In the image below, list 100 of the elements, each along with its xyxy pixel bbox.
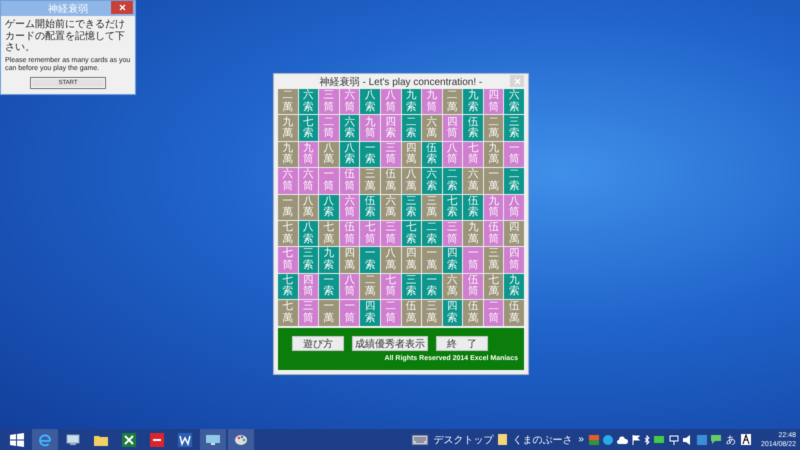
mahjong-card[interactable]: 七萬 (278, 300, 298, 326)
mahjong-card[interactable]: 二索 (402, 115, 422, 141)
mahjong-card[interactable]: 一索 (422, 274, 442, 300)
mahjong-card[interactable]: 七筒 (360, 220, 380, 246)
mahjong-card[interactable]: 九索 (402, 89, 422, 114)
mahjong-card[interactable]: 四萬 (340, 247, 360, 273)
mahjong-card[interactable]: 六索 (504, 89, 524, 114)
mahjong-card[interactable]: 六萬 (380, 194, 400, 220)
mahjong-card[interactable]: 三萬 (422, 300, 442, 326)
mahjong-card[interactable]: 九筒 (422, 89, 442, 114)
close-button[interactable] (111, 1, 133, 14)
more-chevron[interactable]: » (578, 434, 584, 445)
mahjong-card[interactable]: 七索 (402, 220, 422, 246)
mahjong-card[interactable]: 四索 (442, 247, 462, 273)
mahjong-card[interactable]: 二筒 (319, 115, 339, 141)
mahjong-card[interactable]: 九筒 (298, 142, 318, 168)
mahjong-card[interactable]: 一萬 (278, 194, 298, 220)
bluetooth-icon[interactable] (644, 434, 650, 444)
mahjong-card[interactable]: 伍萬 (380, 168, 400, 194)
mahjong-card[interactable]: 八索 (340, 142, 360, 168)
mahjong-card[interactable]: 伍萬 (504, 300, 524, 326)
mahjong-card[interactable]: 八萬 (380, 247, 400, 273)
mahjong-card[interactable]: 伍萬 (463, 300, 483, 326)
panel-button[interactable]: 成績優秀者表示 (352, 336, 428, 351)
mahjong-card[interactable]: 二萬 (360, 274, 380, 300)
mahjong-card[interactable]: 八筒 (442, 142, 462, 168)
mahjong-card[interactable]: 伍索 (360, 194, 380, 220)
mahjong-card[interactable]: 八萬 (319, 142, 339, 168)
mahjong-card[interactable]: 三筒 (319, 89, 339, 114)
speaker-icon[interactable] (682, 434, 693, 444)
mahjong-card[interactable]: 伍筒 (484, 220, 504, 246)
mahjong-card[interactable]: 六筒 (340, 89, 360, 114)
mahjong-card[interactable]: 九萬 (278, 115, 298, 141)
mahjong-card[interactable]: 七筒 (463, 142, 483, 168)
mahjong-card[interactable]: 一萬 (319, 300, 339, 326)
mahjong-card[interactable]: 四筒 (442, 115, 462, 141)
mahjong-card[interactable]: 四筒 (298, 274, 318, 300)
mahjong-card[interactable]: 伍萬 (402, 300, 422, 326)
mahjong-card[interactable]: 四萬 (504, 220, 524, 246)
mahjong-card[interactable]: 九索 (319, 247, 339, 273)
monitor-icon[interactable] (200, 429, 226, 450)
mahjong-card[interactable]: 九萬 (484, 142, 504, 168)
mahjong-card[interactable]: 三筒 (380, 220, 400, 246)
toolbar-label[interactable]: くまのぷーさ (512, 432, 572, 446)
tray-app-icon[interactable] (588, 434, 599, 444)
mahjong-card[interactable]: 一萬 (422, 247, 442, 273)
mahjong-card[interactable]: 九萬 (463, 220, 483, 246)
mahjong-card[interactable]: 一筒 (319, 168, 339, 194)
mahjong-card[interactable]: 三索 (298, 247, 318, 273)
mahjong-card[interactable]: 一筒 (340, 300, 360, 326)
mahjong-card[interactable]: 七萬 (278, 220, 298, 246)
mahjong-card[interactable]: 七索 (442, 194, 462, 220)
mahjong-card[interactable]: 八索 (360, 89, 380, 114)
mahjong-card[interactable]: 三索 (504, 115, 524, 141)
mahjong-card[interactable]: 七筒 (380, 274, 400, 300)
toolbar-label[interactable]: デスクトップ (433, 432, 494, 446)
mahjong-card[interactable]: 六萬 (422, 115, 442, 141)
mahjong-card[interactable]: 七索 (298, 115, 318, 141)
mahjong-card[interactable]: 四萬 (402, 142, 422, 168)
mahjong-card[interactable]: 三索 (402, 194, 422, 220)
mahjong-card[interactable]: 六筒 (340, 194, 360, 220)
mahjong-card[interactable]: 二索 (442, 168, 462, 194)
mahjong-card[interactable]: 六索 (298, 89, 318, 114)
chat-icon[interactable] (710, 435, 721, 444)
mahjong-card[interactable]: 九索 (463, 89, 483, 114)
mahjong-card[interactable]: 七萬 (319, 220, 339, 246)
mahjong-card[interactable]: 三萬 (422, 194, 442, 220)
mahjong-card[interactable]: 一索 (360, 247, 380, 273)
mahjong-card[interactable]: 伍筒 (340, 168, 360, 194)
mahjong-card[interactable]: 伍索 (463, 194, 483, 220)
mahjong-card[interactable]: 九筒 (360, 115, 380, 141)
mahjong-card[interactable]: 二萬 (442, 89, 462, 114)
mahjong-card[interactable]: 八索 (298, 220, 318, 246)
mahjong-card[interactable]: 二索 (422, 220, 442, 246)
mahjong-card[interactable]: 一萬 (484, 168, 504, 194)
palette-icon[interactable] (228, 429, 254, 450)
mahjong-card[interactable]: 九筒 (484, 194, 504, 220)
mahjong-card[interactable]: 三筒 (442, 220, 462, 246)
mahjong-card[interactable]: 七索 (278, 274, 298, 300)
mahjong-card[interactable]: 三筒 (380, 142, 400, 168)
panel-button[interactable]: 終 了 (436, 336, 488, 351)
mahjong-card[interactable]: 三筒 (298, 300, 318, 326)
mahjong-card[interactable]: 三索 (402, 274, 422, 300)
mahjong-card[interactable]: 八萬 (402, 168, 422, 194)
mahjong-card[interactable]: 四索 (442, 300, 462, 326)
mahjong-card[interactable]: 一筒 (463, 247, 483, 273)
mahjong-card[interactable]: 二筒 (380, 300, 400, 326)
mahjong-card[interactable]: 八索 (319, 194, 339, 220)
mahjong-card[interactable]: 伍索 (422, 142, 442, 168)
mahjong-card[interactable]: 伍筒 (463, 274, 483, 300)
mahjong-card[interactable]: 伍索 (463, 115, 483, 141)
mahjong-card[interactable]: 一筒 (504, 142, 524, 168)
mahjong-card[interactable]: 一索 (360, 142, 380, 168)
mahjong-card[interactable]: 四筒 (484, 89, 504, 114)
mahjong-card[interactable]: 二筒 (484, 300, 504, 326)
mahjong-card[interactable]: 九萬 (278, 142, 298, 168)
mahjong-card[interactable]: 六萬 (442, 274, 462, 300)
mahjong-card[interactable]: 二萬 (278, 89, 298, 114)
flag-icon[interactable] (632, 434, 640, 444)
mahjong-card[interactable]: 伍筒 (340, 220, 360, 246)
